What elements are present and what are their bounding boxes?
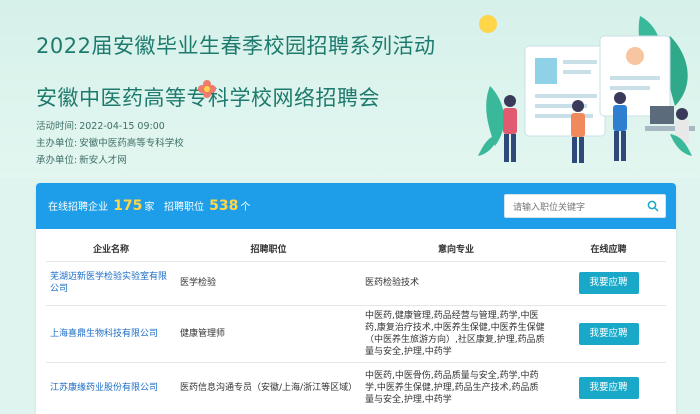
majors-cell: 医药检验技术 [361, 261, 551, 306]
positions-count: 538 [209, 198, 239, 214]
job-fair-panel: 在线招聘企业 175家 招聘职位 538个 企业名称 招聘职位 意向专业 [36, 183, 676, 414]
search-icon[interactable] [647, 200, 659, 212]
companies-label: 在线招聘企业 [48, 202, 108, 213]
companies-count: 175 [113, 198, 143, 214]
search-box [504, 194, 666, 219]
positions-label: 招聘职位 [163, 202, 204, 213]
recruitment-stats: 在线招聘企业 175 家 招聘职位 538 个 [48, 198, 250, 214]
co-organizer: 承办单位: 新安人才网 [36, 155, 127, 166]
positions-unit: 个 [240, 202, 251, 213]
organizer: 主办单位: 安徽中医药高等专科学校 [36, 138, 184, 149]
company-link[interactable]: 江苏康缘药业股份有限公司 [46, 362, 176, 414]
col-header-apply: 在线应聘 [551, 237, 666, 262]
apply-button[interactable]: 我要应聘 [578, 322, 639, 345]
position-cell: 医学检验 [176, 261, 361, 306]
majors-cell: 中医药,健康管理,药品经营与管理,药学,中医药,康复治疗技术,中医养生保健,中医… [361, 305, 551, 363]
position-cell: 医药信息沟通专员（安徽/上海/浙江等区域） [176, 362, 361, 414]
search-input[interactable] [505, 197, 635, 219]
page-title: 2022届安徽毕业生春季校园招聘系列活动 [36, 34, 436, 58]
col-header-majors: 意向专业 [361, 237, 551, 262]
event-time: 活动时间: 2022-04-15 09:00 [36, 121, 165, 132]
table-row: 江苏康缘药业股份有限公司 医药信息沟通专员（安徽/上海/浙江等区域） 中医药,中… [46, 362, 666, 414]
company-link[interactable]: 上海喜鼎生物科技有限公司 [46, 305, 176, 363]
panel-header: 在线招聘企业 175 家 招聘职位 538 个 [36, 183, 676, 229]
table-header-row: 企业名称 招聘职位 意向专业 在线应聘 [46, 237, 666, 262]
companies-unit: 家 [144, 202, 155, 213]
position-cell: 健康管理师 [176, 305, 361, 363]
company-link[interactable]: 芜湖迈新医学检验实验室有限公司 [46, 261, 176, 306]
flower-decoration-icon [198, 80, 216, 98]
hero-banner: 2022届安徽毕业生春季校园招聘系列活动 安徽中医药高等专科学校网络招聘会 活动… [0, 0, 700, 178]
recruitment-illustration-icon [478, 15, 695, 163]
apply-button[interactable]: 我要应聘 [578, 272, 639, 294]
col-header-position: 招聘职位 [176, 237, 361, 262]
col-header-company: 企业名称 [46, 237, 176, 262]
apply-button[interactable]: 我要应聘 [578, 377, 639, 399]
majors-cell: 中医药,中医骨伤,药品质量与安全,药学,中药学,中医养生保健,护理,药品生产技术… [361, 362, 551, 414]
job-table: 企业名称 招聘职位 意向专业 在线应聘 芜湖迈新医学检验实验室有限公司 医学检验… [46, 237, 666, 414]
table-row: 芜湖迈新医学检验实验室有限公司 医学检验 医药检验技术 我要应聘 [46, 261, 666, 306]
table-row: 上海喜鼎生物科技有限公司 健康管理师 中医药,健康管理,药品经营与管理,药学,中… [46, 305, 666, 363]
